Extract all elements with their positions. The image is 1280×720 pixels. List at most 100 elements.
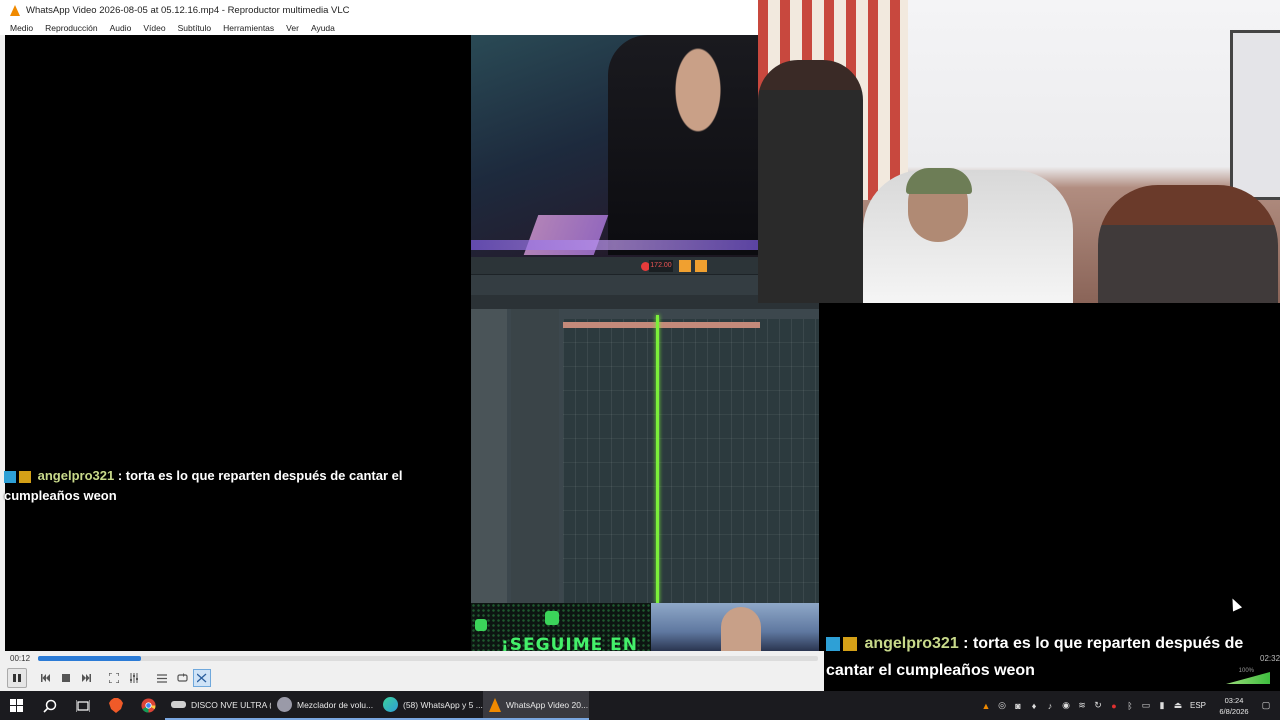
system-tray: ▲ ◎ ◙ ♦ ♪ ◉ ≋ ↻ ● ᛒ ▭ ▮ ⏏ ESP 03:24 6/8/…	[980, 691, 1280, 720]
task-view-button[interactable]	[66, 691, 99, 720]
fullscreen-button[interactable]	[105, 669, 123, 687]
fl-playlist-grid	[563, 319, 819, 603]
next-button[interactable]	[77, 669, 95, 687]
speaker-icon[interactable]: ♪	[1044, 700, 1056, 712]
prime-badge-icon	[4, 470, 16, 483]
loop-icon	[176, 673, 188, 682]
notifications-icon[interactable]: ▢	[1260, 700, 1272, 712]
seek-progress	[38, 655, 141, 661]
person-center-cap	[906, 168, 972, 194]
monitor-icon[interactable]: ▭	[1140, 700, 1152, 712]
kick-logo-icon	[545, 611, 559, 625]
person-right	[1098, 185, 1278, 303]
vlc-cone-icon	[10, 4, 20, 16]
kick-logo-icon	[475, 619, 487, 631]
player-controls	[0, 665, 824, 691]
microphone-icon[interactable]: ♦	[1028, 700, 1040, 712]
fl-studio-screen: 172.00	[471, 257, 819, 603]
crown-badge-icon	[843, 636, 857, 651]
chrome-icon	[141, 698, 156, 713]
equalizer-icon	[130, 673, 138, 683]
taskbar-app-volume-mixer[interactable]: Mezclador de volu...	[271, 691, 377, 720]
steam-tray-icon[interactable]: ◉	[1060, 700, 1072, 712]
window-title: WhatsApp Video 2026-08-05 at 05.12.16.mp…	[26, 4, 350, 16]
chat-username: angelpro321	[864, 635, 959, 652]
fl-browser	[471, 309, 507, 603]
stop-icon	[62, 674, 70, 682]
promo-person	[651, 603, 819, 651]
shuffle-button[interactable]	[193, 669, 211, 687]
taskbar-app-edge[interactable]: (58) WhatsApp y 5 ...	[377, 691, 483, 720]
task-view-icon	[75, 699, 90, 712]
taskbar-app-label: DISCO NVE ULTRA (...	[191, 699, 271, 710]
start-button[interactable]	[0, 691, 33, 720]
taskbar: DISCO NVE ULTRA (... Mezclador de volu..…	[0, 691, 1280, 720]
studio-led-strip	[471, 240, 758, 250]
language-indicator[interactable]: ESP	[1188, 701, 1208, 710]
menu-medio[interactable]: Medio	[4, 23, 39, 33]
clock-date: 6/8/2026	[1219, 706, 1249, 716]
fl-track-list	[511, 309, 559, 603]
playlist-button[interactable]	[153, 669, 171, 687]
clock[interactable]: 03:24 6/8/2026	[1212, 695, 1256, 717]
chat-username: angelpro321	[37, 468, 115, 483]
obs-tray-icon[interactable]: ◎	[996, 700, 1008, 712]
elapsed-time: 00:12	[10, 653, 31, 663]
game-controller-icon	[171, 701, 186, 708]
prime-badge-icon	[826, 636, 840, 651]
taskbar-app-label: (58) WhatsApp y 5 ...	[403, 699, 483, 710]
extended-settings-button[interactable]	[125, 669, 143, 687]
title-bar[interactable]: WhatsApp Video 2026-08-05 at 05.12.16.mp…	[0, 0, 758, 20]
window-edge	[0, 35, 5, 651]
menu-subtitulo[interactable]: Subtítulo	[172, 23, 218, 33]
taskbar-app-label: WhatsApp Video 20...	[506, 699, 589, 710]
loop-button[interactable]	[173, 669, 191, 687]
record-tray-icon[interactable]: ●	[1108, 700, 1120, 712]
usb-icon[interactable]: ⏏	[1172, 700, 1184, 712]
shuffle-icon	[197, 673, 207, 683]
menu-herramientas[interactable]: Herramientas	[217, 23, 280, 33]
promo-banner: ¡SEGUIME EN	[471, 603, 819, 651]
next-icon	[82, 674, 91, 682]
discord-tray-icon[interactable]: ◙	[1012, 700, 1024, 712]
network-icon[interactable]: ≋	[1076, 700, 1088, 712]
menu-bar: Medio Reproducción Audio Vídeo Subtítulo…	[0, 20, 758, 35]
search-button[interactable]	[33, 691, 66, 720]
playlist-icon	[157, 673, 167, 683]
total-time: 02:32	[1260, 654, 1280, 663]
taskbar-app-disco[interactable]: DISCO NVE ULTRA (...	[165, 691, 271, 720]
wait-icon	[695, 260, 707, 272]
fl-tempo: 172.00	[649, 260, 673, 272]
stop-button[interactable]	[57, 669, 75, 687]
speaker-icon	[277, 697, 292, 712]
taskbar-pinned-chrome[interactable]	[132, 691, 165, 720]
fl-audio-clip	[563, 322, 760, 328]
menu-ver[interactable]: Ver	[280, 23, 305, 33]
menu-reproduccion[interactable]: Reproducción	[39, 23, 103, 33]
bluetooth-icon[interactable]: ᛒ	[1124, 700, 1136, 712]
fullscreen-icon	[109, 673, 119, 683]
menu-audio[interactable]: Audio	[104, 23, 138, 33]
volume-slider[interactable]: 100%	[1210, 668, 1274, 686]
menu-ayuda[interactable]: Ayuda	[305, 23, 341, 33]
previous-button[interactable]	[37, 669, 55, 687]
edge-icon	[383, 697, 398, 712]
person-left	[758, 60, 863, 303]
vlc-tray-icon[interactable]: ▲	[980, 700, 992, 712]
promo-text: ¡SEGUIME EN	[501, 635, 638, 651]
mouse-cursor-icon	[1227, 596, 1243, 612]
taskbar-app-vlc[interactable]: WhatsApp Video 20...	[483, 691, 589, 720]
pause-button[interactable]	[7, 668, 27, 688]
menu-video[interactable]: Vídeo	[137, 23, 171, 33]
windows-logo-icon	[10, 699, 23, 712]
seek-area: 00:12	[0, 651, 824, 665]
battery-icon[interactable]: ▮	[1156, 700, 1168, 712]
clock-time: 03:24	[1224, 695, 1244, 705]
studio-person	[608, 35, 758, 255]
sync-icon[interactable]: ↻	[1092, 700, 1104, 712]
volume-percent: 100%	[1238, 668, 1254, 674]
seek-bar[interactable]	[38, 655, 818, 661]
chat-message: angelpro321 : torta es lo que reparten d…	[4, 466, 444, 506]
taskbar-pinned-brave[interactable]	[99, 691, 132, 720]
crown-badge-icon	[19, 470, 31, 483]
